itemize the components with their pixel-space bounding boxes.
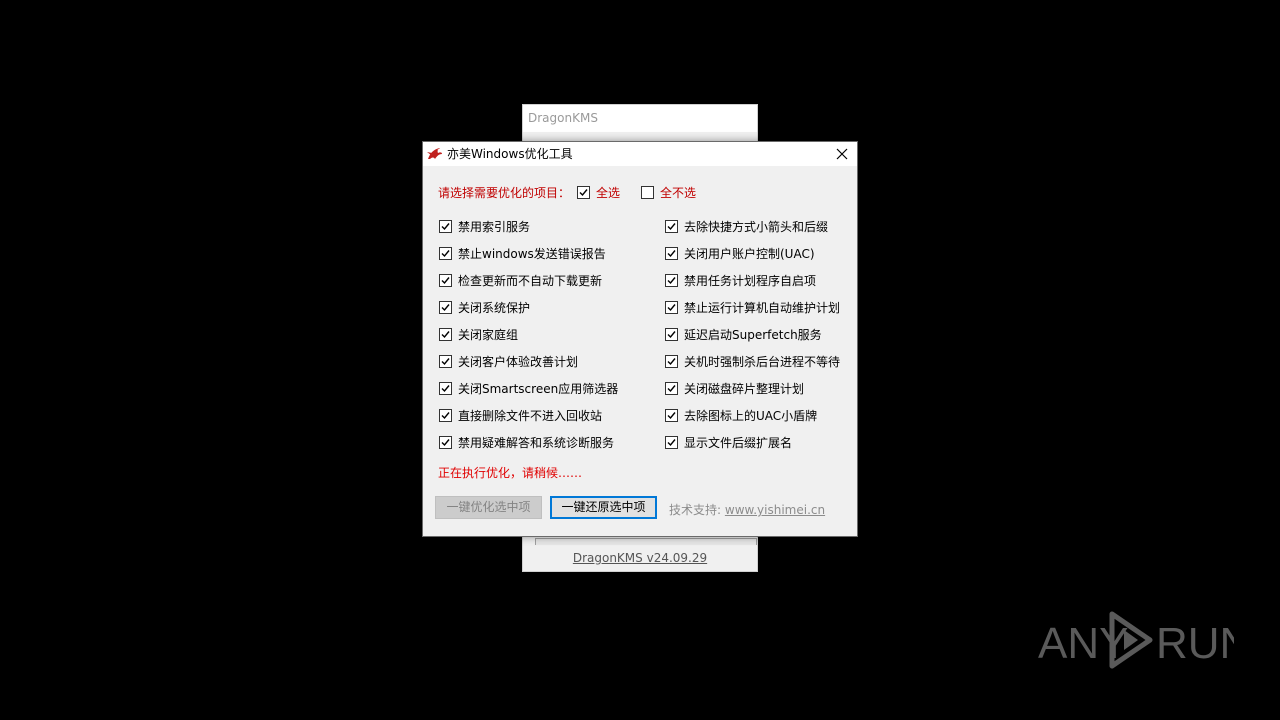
option-checkbox[interactable]: 直接删除文件不进入回收站: [439, 407, 602, 423]
support-label: 技术支持:: [669, 503, 722, 517]
option-checkbox-box[interactable]: [439, 354, 452, 368]
option-checkbox-box[interactable]: [665, 408, 678, 422]
option-checkbox-box[interactable]: [665, 219, 678, 233]
option-checkbox-box[interactable]: [665, 273, 678, 287]
dragon-icon: [426, 145, 444, 163]
dialog-title: 亦美Windows优化工具: [447, 147, 573, 161]
support-link[interactable]: www.yishimei.cn: [725, 503, 825, 517]
option-checkbox[interactable]: 去除图标上的UAC小盾牌: [665, 407, 817, 423]
option-checkbox-box[interactable]: [665, 435, 678, 449]
option-checkbox[interactable]: 关闭客户体验改善计划: [439, 353, 578, 369]
option-label: 关闭用户账户控制(UAC): [684, 246, 815, 261]
option-checkbox[interactable]: 显示文件后缀扩展名: [665, 434, 792, 450]
option-checkbox[interactable]: 关闭用户账户控制(UAC): [665, 245, 815, 261]
option-checkbox-box[interactable]: [439, 273, 452, 287]
dialog-titlebar[interactable]: 亦美Windows优化工具: [423, 142, 857, 166]
checkmark-icon: [667, 249, 676, 257]
option-label: 显示文件后缀扩展名: [684, 435, 793, 450]
option-label: 去除快捷方式小箭头和后缀: [684, 219, 829, 234]
desktop: DragonKMS DragonKMS v24.09.29 亦美Windows优…: [0, 0, 1280, 720]
support-info: 技术支持: www.yishimei.cn: [669, 501, 825, 518]
option-label: 关闭客户体验改善计划: [458, 354, 579, 369]
option-checkbox[interactable]: 关闭磁盘碎片整理计划: [665, 380, 804, 396]
option-label: 禁止windows发送错误报告: [458, 246, 606, 261]
checkmark-icon: [667, 222, 676, 230]
select-none-checkbox[interactable]: 全不选: [641, 184, 696, 200]
option-checkbox-box[interactable]: [665, 246, 678, 260]
option-checkbox-box[interactable]: [439, 246, 452, 260]
option-checkbox[interactable]: 禁用任务计划程序自启项: [665, 272, 816, 288]
option-label: 关闭磁盘碎片整理计划: [684, 381, 805, 396]
select-all-box[interactable]: [577, 185, 590, 199]
option-checkbox-box[interactable]: [439, 381, 452, 395]
select-all-checkbox[interactable]: 全选: [577, 184, 620, 200]
option-checkbox-box[interactable]: [439, 327, 452, 341]
option-checkbox-box[interactable]: [665, 354, 678, 368]
anyrun-watermark: ANY RUN: [1038, 608, 1251, 672]
option-checkbox[interactable]: 禁用疑难解答和系统诊断服务: [439, 434, 614, 450]
option-checkbox[interactable]: 关闭家庭组: [439, 326, 518, 342]
select-none-label: 全不选: [660, 185, 697, 200]
option-checkbox[interactable]: 延迟启动Superfetch服务: [665, 326, 822, 342]
checkmark-icon: [667, 411, 676, 419]
option-label: 延迟启动Superfetch服务: [684, 327, 822, 342]
watermark-text-right: RUN: [1156, 619, 1234, 668]
option-label: 关闭系统保护: [458, 300, 531, 315]
checkmark-icon: [441, 276, 450, 284]
option-label: 直接删除文件不进入回收站: [458, 408, 603, 423]
checkmark-icon: [441, 438, 450, 446]
dragonkms-title: DragonKMS: [523, 105, 757, 132]
checkmark-icon: [667, 330, 676, 338]
close-icon: [836, 148, 848, 160]
checkmark-icon: [441, 357, 450, 365]
option-checkbox[interactable]: 关机时强制杀后台进程不等待: [665, 353, 840, 369]
dragonkms-version-link[interactable]: DragonKMS v24.09.29: [523, 551, 757, 565]
checkmark-icon: [441, 303, 450, 311]
option-checkbox-box[interactable]: [439, 219, 452, 233]
checkmark-icon: [441, 411, 450, 419]
checkmark-icon: [667, 384, 676, 392]
option-label: 关闭家庭组: [458, 327, 519, 342]
option-checkbox[interactable]: 关闭系统保护: [439, 299, 530, 315]
dragonkms-panel-edge: [535, 538, 757, 545]
checkmark-icon: [441, 384, 450, 392]
restore-selected-button[interactable]: 一键还原选中项: [550, 496, 657, 519]
option-label: 禁用疑难解答和系统诊断服务: [458, 435, 615, 450]
select-none-box[interactable]: [641, 185, 654, 199]
option-label: 禁用任务计划程序自启项: [684, 273, 817, 288]
option-label: 去除图标上的UAC小盾牌: [684, 408, 818, 423]
checkmark-icon: [667, 303, 676, 311]
option-checkbox-box[interactable]: [439, 435, 452, 449]
status-text: 正在执行优化，请稍候……: [438, 466, 583, 480]
option-checkbox[interactable]: 禁止windows发送错误报告: [439, 245, 606, 261]
option-checkbox-box[interactable]: [439, 300, 452, 314]
option-checkbox[interactable]: 禁用索引服务: [439, 218, 530, 234]
option-checkbox-box[interactable]: [665, 381, 678, 395]
close-button[interactable]: [827, 142, 857, 166]
select-all-label: 全选: [596, 185, 621, 200]
option-label: 禁止运行计算机自动维护计划: [684, 300, 841, 315]
option-checkbox-box[interactable]: [665, 327, 678, 341]
watermark-text-left: ANY: [1038, 619, 1128, 668]
checkmark-icon: [579, 188, 588, 196]
checkmark-icon: [441, 249, 450, 257]
option-checkbox[interactable]: 检查更新而不自动下载更新: [439, 272, 602, 288]
option-checkbox[interactable]: 关闭Smartscreen应用筛选器: [439, 380, 618, 396]
option-label: 检查更新而不自动下载更新: [458, 273, 603, 288]
option-label: 关闭Smartscreen应用筛选器: [458, 381, 619, 396]
checkmark-icon: [441, 330, 450, 338]
option-checkbox[interactable]: 去除快捷方式小箭头和后缀: [665, 218, 828, 234]
checkmark-icon: [667, 276, 676, 284]
optimizer-dialog: 亦美Windows优化工具 请选择需要优化的项目： 全选 全不选 禁用索引服务禁…: [422, 141, 858, 537]
option-checkbox[interactable]: 禁止运行计算机自动维护计划: [665, 299, 840, 315]
option-checkbox-box[interactable]: [439, 408, 452, 422]
checkmark-icon: [667, 357, 676, 365]
checkmark-icon: [441, 222, 450, 230]
optimize-selected-button[interactable]: 一键优化选中项: [435, 496, 542, 519]
option-label: 关机时强制杀后台进程不等待: [684, 354, 841, 369]
prompt-label: 请选择需要优化的项目：: [438, 186, 571, 200]
option-checkbox-box[interactable]: [665, 300, 678, 314]
option-label: 禁用索引服务: [458, 219, 531, 234]
checkmark-icon: [667, 438, 676, 446]
